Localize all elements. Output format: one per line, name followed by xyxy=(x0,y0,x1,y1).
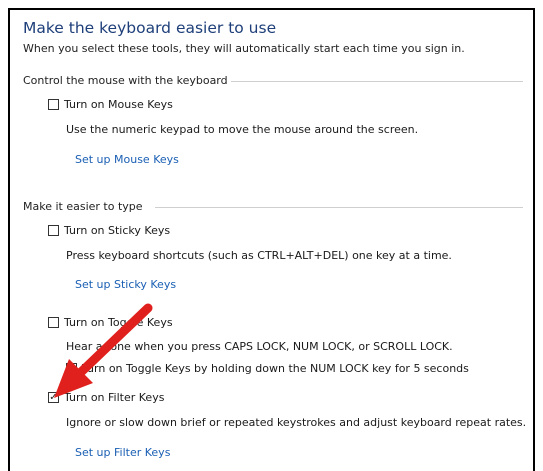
filter-keys-option[interactable]: ✓ Turn on Filter Keys xyxy=(48,391,164,404)
toggle-keys-checkbox[interactable] xyxy=(48,317,59,328)
checkmark-icon: ✓ xyxy=(49,391,58,403)
page-title: Make the keyboard easier to use xyxy=(23,19,277,37)
ease-of-access-panel: Make the keyboard easier to use When you… xyxy=(8,8,535,471)
toggle-keys-description: Hear a tone when you press CAPS LOCK, NU… xyxy=(66,340,453,353)
sticky-keys-option[interactable]: Turn on Sticky Keys xyxy=(48,224,170,237)
toggle-keys-numlock-option[interactable]: ✓ Turn on Toggle Keys by holding down th… xyxy=(66,362,469,375)
checkmark-icon: ✓ xyxy=(67,362,76,374)
mouse-keys-label: Turn on Mouse Keys xyxy=(64,98,173,111)
mouse-keys-description: Use the numeric keypad to move the mouse… xyxy=(66,123,419,136)
group-label-mouse: Control the mouse with the keyboard xyxy=(23,74,228,87)
sticky-keys-label: Turn on Sticky Keys xyxy=(64,224,171,237)
group-divider-typing xyxy=(155,207,523,208)
setup-sticky-keys-link[interactable]: Set up Sticky Keys xyxy=(75,278,176,291)
setup-mouse-keys-link[interactable]: Set up Mouse Keys xyxy=(75,153,179,166)
mouse-keys-checkbox[interactable] xyxy=(48,99,59,110)
setup-filter-keys-link[interactable]: Set up Filter Keys xyxy=(75,446,170,459)
group-label-typing: Make it easier to type xyxy=(23,200,143,213)
toggle-keys-label: Turn on Toggle Keys xyxy=(64,316,173,329)
group-divider-mouse xyxy=(231,81,523,82)
sticky-keys-checkbox[interactable] xyxy=(48,225,59,236)
filter-keys-checkbox[interactable]: ✓ xyxy=(48,392,59,403)
sticky-keys-description: Press keyboard shortcuts (such as CTRL+A… xyxy=(66,249,452,262)
mouse-keys-option[interactable]: Turn on Mouse Keys xyxy=(48,98,173,111)
filter-keys-label: Turn on Filter Keys xyxy=(64,391,165,404)
toggle-keys-numlock-label: Turn on Toggle Keys by holding down the … xyxy=(82,362,469,375)
page-subtitle: When you select these tools, they will a… xyxy=(23,42,465,55)
toggle-keys-numlock-checkbox[interactable]: ✓ xyxy=(66,363,77,374)
filter-keys-description: Ignore or slow down brief or repeated ke… xyxy=(66,416,527,429)
toggle-keys-option[interactable]: Turn on Toggle Keys xyxy=(48,316,173,329)
